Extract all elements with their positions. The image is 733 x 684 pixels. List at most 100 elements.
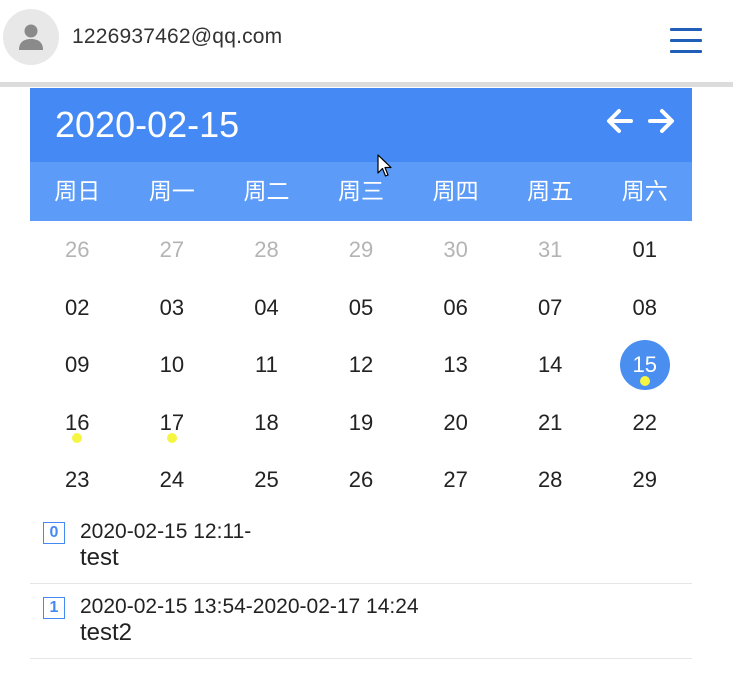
event-index-badge: 0: [43, 522, 65, 544]
day-number: 22: [632, 409, 657, 435]
calendar-day[interactable]: 09: [30, 336, 125, 394]
top-bar: 1226937462@qq.com: [0, 0, 733, 82]
day-number: 12: [348, 352, 374, 377]
day-number: 08: [632, 294, 657, 320]
calendar-day[interactable]: 22: [597, 394, 692, 452]
day-number: 27: [443, 467, 468, 492]
mouse-cursor-icon: [377, 154, 393, 183]
day-number: 25: [254, 467, 279, 492]
day-number: 14: [537, 352, 563, 377]
calendar-day[interactable]: 26: [314, 451, 409, 509]
event-title: test2: [80, 619, 133, 646]
calendar-day[interactable]: 29: [314, 221, 409, 279]
event-dot-icon: [166, 433, 177, 443]
calendar-day[interactable]: 12: [314, 336, 409, 394]
calendar-day[interactable]: 25: [219, 451, 314, 509]
calendar-grid: 26 27 28 29 30 31 01 02 03 04 05 06 07 08 09 10 11 12 13 14…: [30, 221, 692, 509]
day-number: 30: [443, 237, 468, 262]
calendar-day[interactable]: 13: [408, 336, 503, 394]
day-number: 10: [159, 352, 185, 377]
calendar-day[interactable]: 01: [597, 221, 692, 279]
day-number: 04: [254, 294, 279, 320]
current-date: 2020-02-15: [55, 104, 240, 145]
day-number: 18: [254, 409, 279, 435]
calendar-day[interactable]: 30: [408, 221, 503, 279]
calendar-day[interactable]: 31: [503, 221, 598, 279]
calendar-day[interactable]: 24: [125, 451, 220, 509]
calendar-day[interactable]: 04: [219, 279, 314, 337]
calendar-day[interactable]: 14: [503, 336, 598, 394]
day-number: 09: [65, 352, 90, 377]
weekday-label: 周二: [243, 178, 290, 204]
day-number: 06: [443, 294, 468, 320]
day-number: 03: [159, 294, 185, 320]
event-time: 2020-02-15 12:11-: [80, 520, 252, 543]
event-list-item[interactable]: 0 2020-02-15 12:11- test: [30, 509, 692, 584]
calendar-day[interactable]: 26: [30, 221, 125, 279]
calendar-day[interactable]: 28: [503, 451, 598, 509]
day-number: 23: [65, 467, 90, 492]
avatar[interactable]: [3, 9, 59, 65]
week-row: 02 03 04 05 06 07 08: [30, 279, 692, 337]
day-number: 05: [348, 294, 374, 320]
day-number: 31: [537, 237, 563, 262]
arrow-right-icon[interactable]: [646, 106, 676, 136]
calendar-day[interactable]: 27: [408, 451, 503, 509]
event-dot-icon: [72, 433, 83, 443]
calendar-day[interactable]: 08: [597, 279, 692, 337]
calendar-day[interactable]: 07: [503, 279, 598, 337]
day-number: 26: [65, 237, 90, 262]
day-number: 29: [632, 467, 657, 492]
day-number: 26: [348, 467, 374, 492]
calendar-day[interactable]: 06: [408, 279, 503, 337]
event-dot-icon: [639, 375, 650, 386]
calendar-day[interactable]: 16: [30, 394, 125, 452]
day-number: 13: [443, 352, 468, 377]
day-number: 17: [159, 409, 185, 435]
calendar-day[interactable]: 17: [125, 394, 220, 452]
event-list: 0 2020-02-15 12:11- test 1 2020-02-15 13:54-…: [30, 509, 692, 659]
day-number: 28: [537, 467, 563, 492]
day-number: 28: [254, 237, 279, 262]
event-title: test: [80, 544, 119, 571]
calendar-day[interactable]: 19: [314, 394, 409, 452]
day-number: 02: [65, 294, 90, 320]
calendar-day[interactable]: 23: [30, 451, 125, 509]
calendar-day[interactable]: 10: [125, 336, 220, 394]
day-number: 29: [348, 237, 374, 262]
day-number: 21: [537, 409, 563, 435]
arrow-left-icon[interactable]: [605, 106, 635, 136]
event-list-item[interactable]: 1 2020-02-15 13:54-2020-02-17 14:24 test2: [30, 584, 692, 659]
calendar-day[interactable]: 21: [503, 394, 598, 452]
calendar-day[interactable]: 03: [125, 279, 220, 337]
calendar-day[interactable]: 20: [408, 394, 503, 452]
calendar-header: 2020-02-15: [30, 88, 692, 162]
week-row: 09 10 11 12 13 14 15: [30, 336, 692, 394]
calendar-day[interactable]: 28: [219, 221, 314, 279]
weekday-label: 周三: [338, 178, 385, 204]
event-time: 2020-02-15 13:54-2020-02-17 14:24: [80, 595, 419, 618]
day-number: 27: [159, 237, 185, 262]
hamburger-menu-icon[interactable]: [666, 24, 706, 58]
calendar-day[interactable]: 29: [597, 451, 692, 509]
weekday-label: 周日: [54, 178, 101, 204]
calendar-day-selected[interactable]: 15: [597, 336, 692, 394]
calendar-day[interactable]: 02: [30, 279, 125, 337]
calendar-day[interactable]: 11: [219, 336, 314, 394]
week-row: 16 17 18 19 20 21 22: [30, 394, 692, 452]
day-number: 16: [65, 409, 90, 435]
calendar-day[interactable]: 05: [314, 279, 409, 337]
weekday-label: 周五: [527, 178, 574, 204]
day-number: 01: [632, 237, 657, 262]
day-number: 20: [443, 409, 468, 435]
day-number: 11: [255, 352, 278, 377]
day-number: 07: [537, 294, 563, 320]
week-row: 26 27 28 29 30 31 01: [30, 221, 692, 279]
calendar-day[interactable]: 18: [219, 394, 314, 452]
day-number: 19: [348, 409, 374, 435]
top-bar-divider: [0, 82, 733, 87]
day-number: 24: [159, 467, 185, 492]
calendar-day[interactable]: 27: [125, 221, 220, 279]
weekday-label: 周六: [621, 178, 668, 204]
user-email: 1226937462@qq.com: [72, 25, 283, 48]
